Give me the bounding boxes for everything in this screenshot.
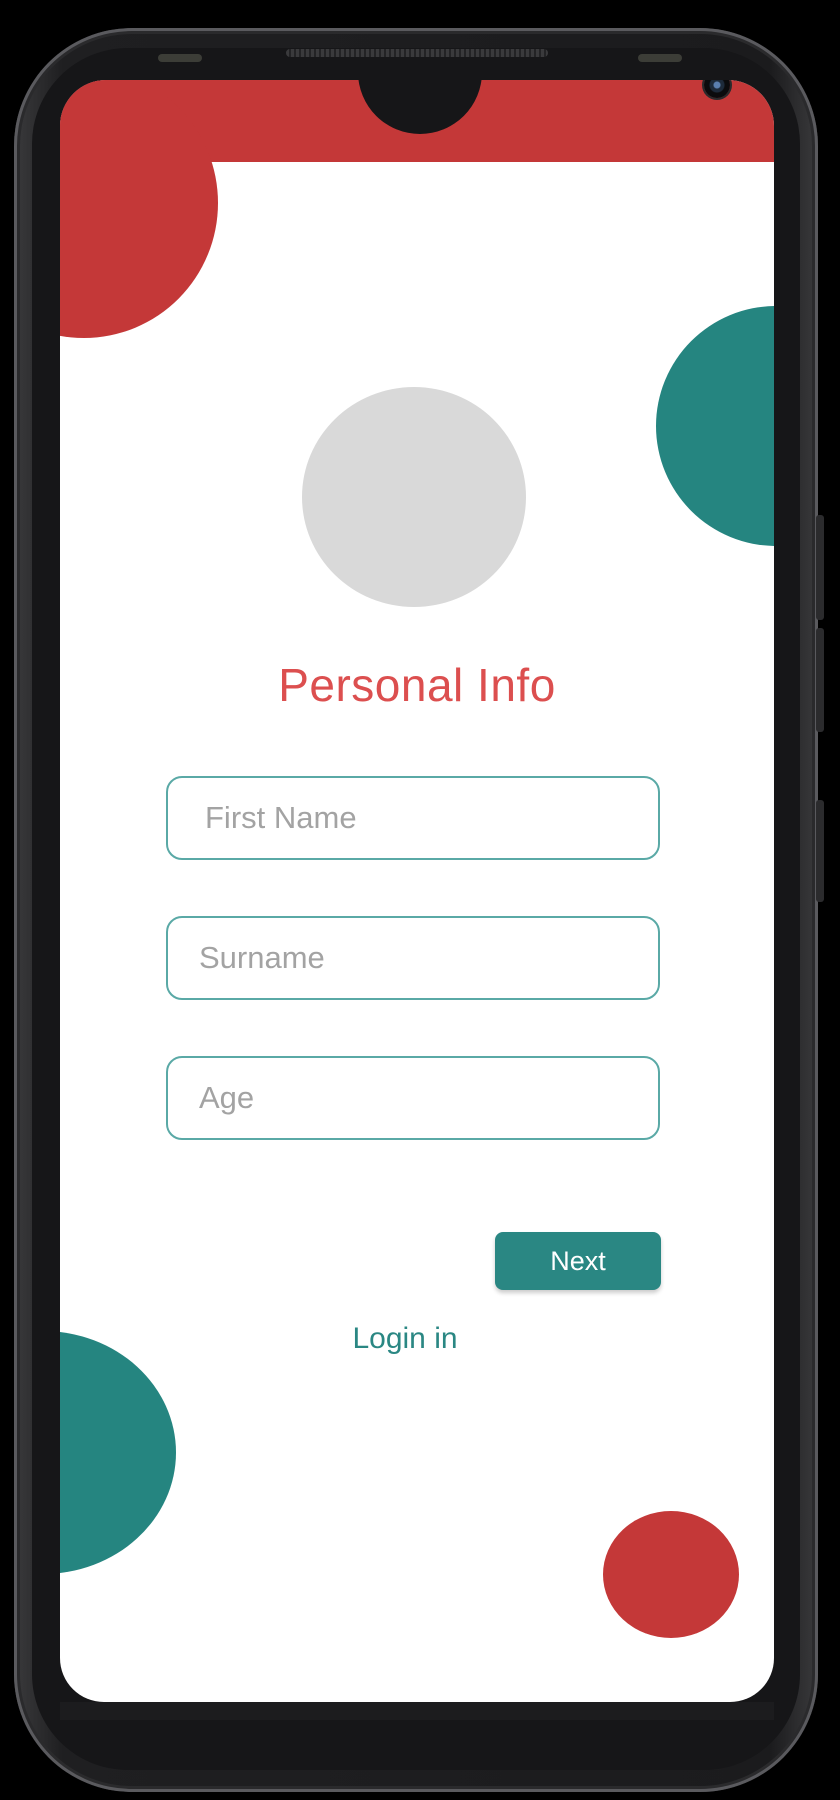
next-button[interactable]: Next <box>495 1232 661 1290</box>
decorative-teal-circle-bottom-left <box>60 1331 176 1574</box>
sensor-right <box>638 54 682 62</box>
first-name-input[interactable] <box>166 776 660 860</box>
bottom-bezel <box>60 1702 774 1720</box>
age-input[interactable] <box>166 1056 660 1140</box>
speaker-grille <box>286 49 548 57</box>
page-title: Personal Info <box>278 659 556 711</box>
app-screen: Personal Info Next Login in <box>60 80 774 1702</box>
decorative-red-circle-bottom-right <box>603 1511 739 1638</box>
decorative-teal-circle-right <box>656 306 774 546</box>
sensor-left <box>158 54 202 62</box>
power-button <box>816 800 824 902</box>
page: Personal Info Next Login in <box>0 0 840 1800</box>
volume-up-button <box>816 515 824 620</box>
login-link[interactable]: Login in <box>60 1322 750 1356</box>
volume-down-button <box>816 628 824 732</box>
avatar-placeholder[interactable] <box>302 387 526 607</box>
surname-input[interactable] <box>166 916 660 1000</box>
